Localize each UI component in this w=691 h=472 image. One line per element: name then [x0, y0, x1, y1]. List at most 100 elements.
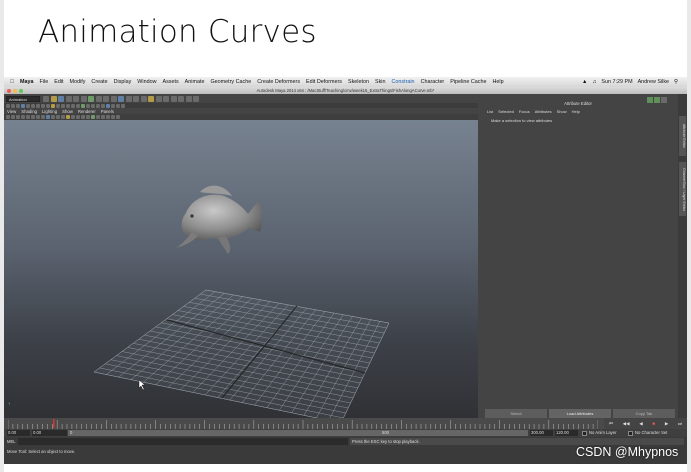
image-plane-icon[interactable] — [21, 115, 25, 119]
shelf-tool-icon[interactable] — [86, 103, 90, 108]
motion-blur-icon[interactable] — [106, 115, 110, 119]
character-set-label[interactable]: No Character Set — [635, 430, 667, 436]
load-attributes-button[interactable]: Load Attributes — [549, 409, 611, 418]
menu-pipeline-cache[interactable]: Pipeline Cache — [450, 79, 486, 85]
shelf-tool-icon[interactable] — [71, 103, 75, 108]
grid-toggle-icon[interactable] — [26, 115, 30, 119]
ae-menu-selected[interactable]: Selected — [498, 109, 514, 114]
select-button[interactable]: Select — [485, 409, 547, 418]
select-component-icon[interactable] — [80, 95, 87, 102]
go-to-start-icon[interactable]: ⏮ — [609, 421, 613, 426]
character-set-checkbox[interactable] — [628, 431, 633, 436]
anim-layer-checkbox[interactable] — [582, 431, 587, 436]
apple-icon[interactable]:  — [10, 79, 14, 85]
rotate-tool-icon[interactable] — [26, 103, 30, 108]
end-time-field[interactable]: 120.00 — [555, 430, 578, 436]
menu-skin[interactable]: Skin — [375, 79, 386, 85]
ambient-occlusion-icon[interactable] — [101, 115, 105, 119]
ae-menu-help[interactable]: Help — [572, 109, 580, 114]
viewport-2-icon[interactable] — [91, 115, 95, 119]
panel-menu-renderer[interactable]: Renderer — [78, 109, 96, 114]
wireframe-icon[interactable] — [46, 115, 50, 119]
wifi-icon[interactable]: ▲ — [582, 79, 587, 85]
isolate-select-icon[interactable] — [86, 115, 90, 119]
snap-surface-icon[interactable] — [110, 95, 117, 102]
go-to-end-icon[interactable]: ⏭ — [678, 421, 682, 426]
z-field-icon[interactable] — [185, 95, 192, 102]
shelf-tool-icon[interactable] — [116, 103, 120, 108]
menu-file[interactable]: File — [40, 79, 49, 85]
scale-tool-icon[interactable] — [31, 103, 35, 108]
open-scene-icon[interactable] — [50, 95, 57, 102]
resolution-gate-icon[interactable] — [36, 115, 40, 119]
move-tool-icon[interactable] — [21, 103, 25, 108]
lights-icon[interactable] — [66, 115, 70, 119]
menu-geometry-cache[interactable]: Geometry Cache — [210, 79, 251, 85]
shelf-tool-icon[interactable] — [51, 103, 55, 108]
menu-set-selector[interactable]: Animation — [6, 95, 40, 102]
range-bar[interactable]: 0 500 — [68, 430, 528, 436]
smooth-shade-icon[interactable] — [51, 115, 55, 119]
menu-edit-deformers[interactable]: Edit Deformers — [306, 79, 342, 85]
new-scene-icon[interactable] — [43, 95, 49, 102]
panel-menu-view[interactable]: View — [7, 109, 16, 114]
minimize-icon[interactable] — [13, 88, 17, 93]
film-gate-icon[interactable] — [31, 115, 35, 119]
ipr-render-icon[interactable] — [133, 95, 139, 102]
time-slider[interactable] — [4, 418, 604, 429]
menu-modify[interactable]: Modify — [70, 79, 86, 85]
close-icon[interactable] — [7, 88, 11, 93]
command-input[interactable] — [18, 438, 348, 445]
lasso-tool-icon[interactable] — [11, 103, 15, 108]
toggle-attribute-editor-icon[interactable] — [647, 97, 653, 103]
volume-icon[interactable]: ♫ — [592, 79, 596, 85]
x-field-icon[interactable] — [170, 95, 177, 102]
menu-display[interactable]: Display — [114, 79, 132, 85]
shelf-tool-icon[interactable] — [121, 103, 125, 108]
ae-menu-show[interactable]: Show — [557, 109, 567, 114]
shelf-tool-icon[interactable] — [36, 103, 40, 108]
stop-icon[interactable]: ■ — [652, 421, 655, 426]
camera-icon[interactable] — [6, 115, 10, 119]
input-field-icon[interactable] — [155, 95, 162, 102]
xray-icon[interactable] — [76, 115, 80, 119]
tab-attribute-editor[interactable]: Attribute Editor — [679, 116, 686, 156]
play-forward-icon[interactable]: ▶ — [665, 421, 668, 427]
ae-menu-list[interactable]: List — [487, 109, 493, 114]
depth-of-field-icon[interactable] — [116, 115, 120, 119]
tab-channel-box[interactable]: Channel Box / Layer Editor — [679, 162, 686, 216]
toggle-panel-icon[interactable] — [193, 95, 199, 102]
menu-create-deformers[interactable]: Create Deformers — [257, 79, 300, 85]
panel-menu-lighting[interactable]: Lighting — [42, 109, 57, 114]
panel-menu-shading[interactable]: Shading — [21, 109, 37, 114]
shelf-tool-icon[interactable] — [106, 103, 110, 108]
menu-skeleton[interactable]: Skeleton — [348, 79, 369, 85]
select-hierarchy-icon[interactable] — [65, 95, 72, 102]
paint-select-icon[interactable] — [16, 103, 20, 108]
toggle-tool-settings-icon[interactable] — [654, 97, 660, 103]
menu-character[interactable]: Character — [421, 79, 445, 85]
shelf-tool-icon[interactable] — [46, 103, 50, 108]
transform-input-icon[interactable] — [163, 95, 169, 102]
shelf-tool-icon[interactable] — [76, 103, 80, 108]
bookmark-icon[interactable] — [16, 115, 20, 119]
wireframe-on-shaded-icon[interactable] — [56, 115, 60, 119]
panel-menu-panels[interactable]: Panels — [101, 109, 114, 114]
save-scene-icon[interactable] — [58, 95, 64, 102]
anim-layer-label[interactable]: No Anim Layer — [589, 430, 616, 436]
menu-edit[interactable]: Edit — [54, 79, 63, 85]
step-back-icon[interactable]: ◀◀ — [623, 421, 630, 427]
menu-user[interactable]: Andrew Silke — [638, 79, 669, 85]
menu-help[interactable]: Help — [493, 79, 504, 85]
menu-animate[interactable]: Animate — [185, 79, 205, 85]
spotlight-icon[interactable]: ⚲ — [674, 79, 678, 85]
panel-menu-show[interactable]: Show — [62, 109, 73, 114]
render-icon[interactable] — [125, 95, 132, 102]
camera-attributes-icon[interactable] — [11, 115, 15, 119]
hypershade-icon[interactable] — [148, 95, 154, 102]
current-time-marker[interactable] — [53, 419, 55, 428]
zoom-icon[interactable] — [19, 88, 23, 93]
shelf-tool-icon[interactable] — [56, 103, 60, 108]
toggle-channel-box-icon[interactable] — [661, 97, 667, 103]
shelf-tool-icon[interactable] — [81, 103, 85, 108]
